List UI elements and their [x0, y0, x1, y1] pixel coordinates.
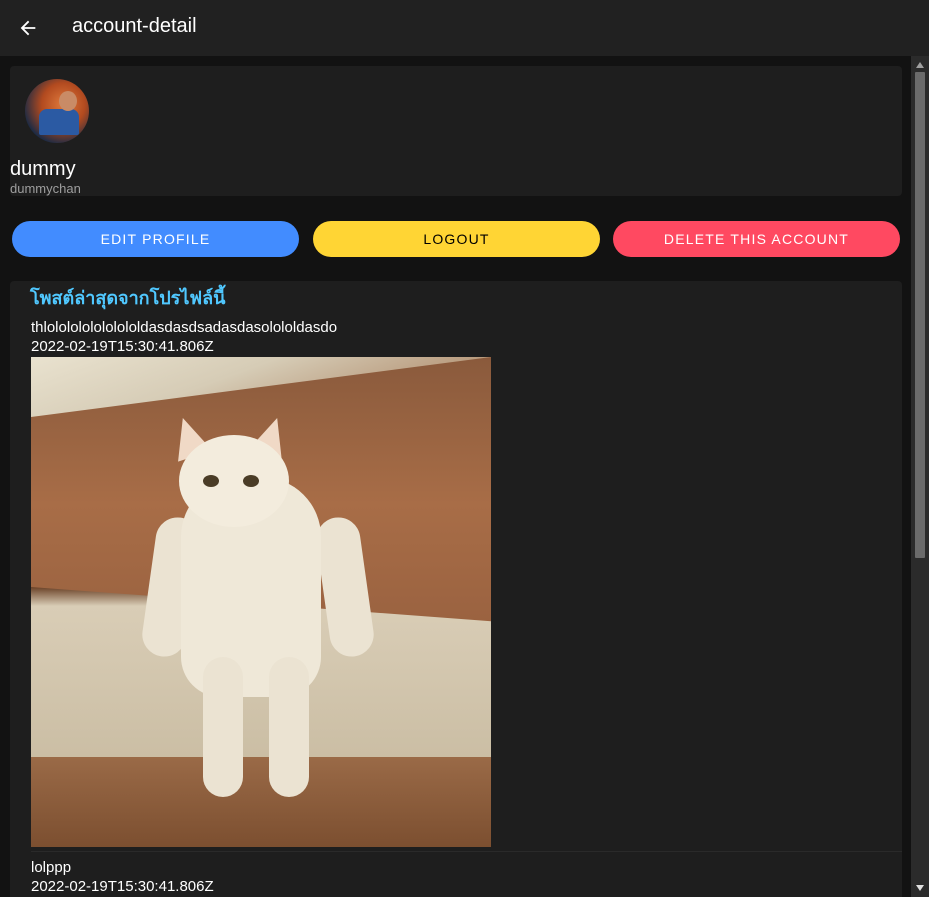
- post-date: 2022-02-19T15:30:41.806Z: [31, 338, 214, 355]
- profile-name: dummy: [10, 158, 76, 180]
- scroll-up-icon[interactable]: [911, 58, 929, 72]
- logout-button[interactable]: LOGOUT: [313, 221, 600, 257]
- app-toolbar: account-detail: [0, 0, 929, 56]
- page-title: account-detail: [72, 15, 197, 37]
- posts-header: โพสต์ล่าสุดจากโปรไฟล์นี้: [30, 288, 226, 309]
- cat-eye-left: [203, 475, 219, 487]
- cat-leg-left: [203, 657, 243, 797]
- image-floor: [31, 757, 491, 847]
- avatar: [25, 79, 89, 143]
- cat-head: [179, 435, 289, 527]
- post-text: lolppp: [31, 859, 72, 876]
- post-image: [31, 357, 491, 847]
- arrow-left-icon: [20, 20, 36, 36]
- post-date: 2022-02-19T15:30:41.806Z: [31, 878, 214, 895]
- profile-username: dummychan: [10, 181, 81, 196]
- main-content[interactable]: dummy dummychan EDIT PROFILE LOGOUT DELE…: [0, 56, 911, 897]
- scrollbar-thumb[interactable]: [915, 72, 925, 558]
- profile-card: dummy dummychan: [10, 66, 902, 196]
- posts-card: โพสต์ล่าสุดจากโปรไฟล์นี้ thlolololololol…: [10, 281, 902, 897]
- edit-profile-button[interactable]: EDIT PROFILE: [12, 221, 299, 257]
- cat-eye-right: [243, 475, 259, 487]
- post-text: thlololololololololdasdasdsadasdasololol…: [31, 319, 338, 336]
- avatar-head: [59, 91, 77, 111]
- image-wall: [31, 357, 491, 417]
- cat-leg-right: [269, 657, 309, 797]
- back-button[interactable]: [14, 14, 42, 42]
- vertical-scrollbar[interactable]: [911, 56, 929, 897]
- delete-account-button[interactable]: DELETE THIS ACCOUNT: [613, 221, 900, 257]
- scroll-down-icon[interactable]: [911, 881, 929, 895]
- avatar-figure: [39, 109, 79, 135]
- post-divider: [31, 851, 902, 852]
